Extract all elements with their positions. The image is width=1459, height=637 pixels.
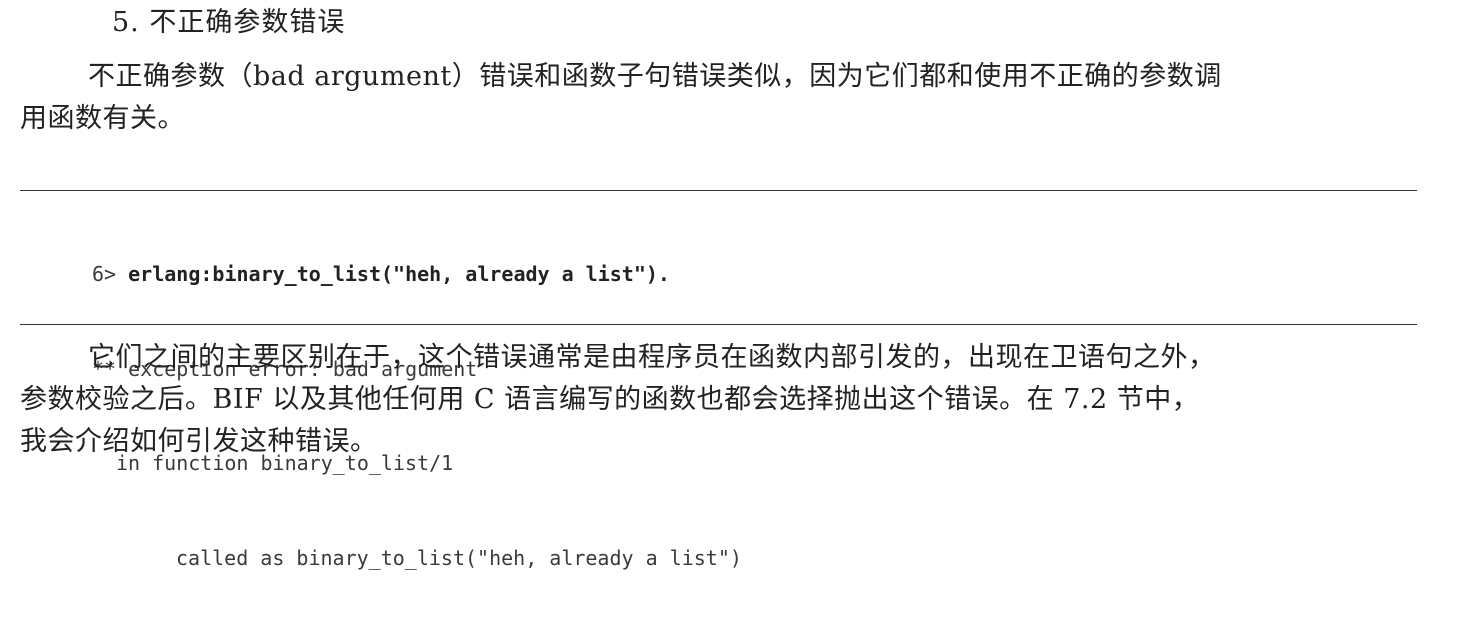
paragraph-line: 我会介绍如何引发这种错误。 [20, 426, 378, 457]
section-heading: 5. 不正确参数错误 [112, 7, 346, 38]
code-top-rule [20, 190, 1417, 191]
paragraph-line: 参数校验之后。BIF 以及其他任何用 C 语言编写的函数也都会选择抛出这个错误。… [20, 384, 1200, 415]
code-bottom-rule [20, 324, 1417, 325]
shell-prompt: 6> [92, 262, 129, 286]
explanation-paragraph: 它们之间的主要区别在于，这个错误通常是由程序员在函数内部引发的，出现在卫语句之外… [20, 337, 1420, 463]
shell-command: erlang:binary_to_list("heh, already a li… [128, 262, 670, 286]
code-line-called-as: called as binary_to_list("heh, already a… [176, 545, 742, 570]
document-page: 5. 不正确参数错误 不正确参数（bad argument）错误和函数子句错误类… [0, 0, 1459, 570]
paragraph-line: 用函数有关。 [20, 103, 185, 134]
paragraph-line: 它们之间的主要区别在于，这个错误通常是由程序员在函数内部引发的，出现在卫语句之外… [88, 342, 1216, 373]
paragraph-line: 不正确参数（bad argument）错误和函数子句错误类似，因为它们都和使用不… [88, 61, 1222, 92]
intro-paragraph: 不正确参数（bad argument）错误和函数子句错误类似，因为它们都和使用不… [20, 56, 1420, 140]
code-line-command: 6> erlang:binary_to_list("heh, already a… [92, 259, 742, 291]
